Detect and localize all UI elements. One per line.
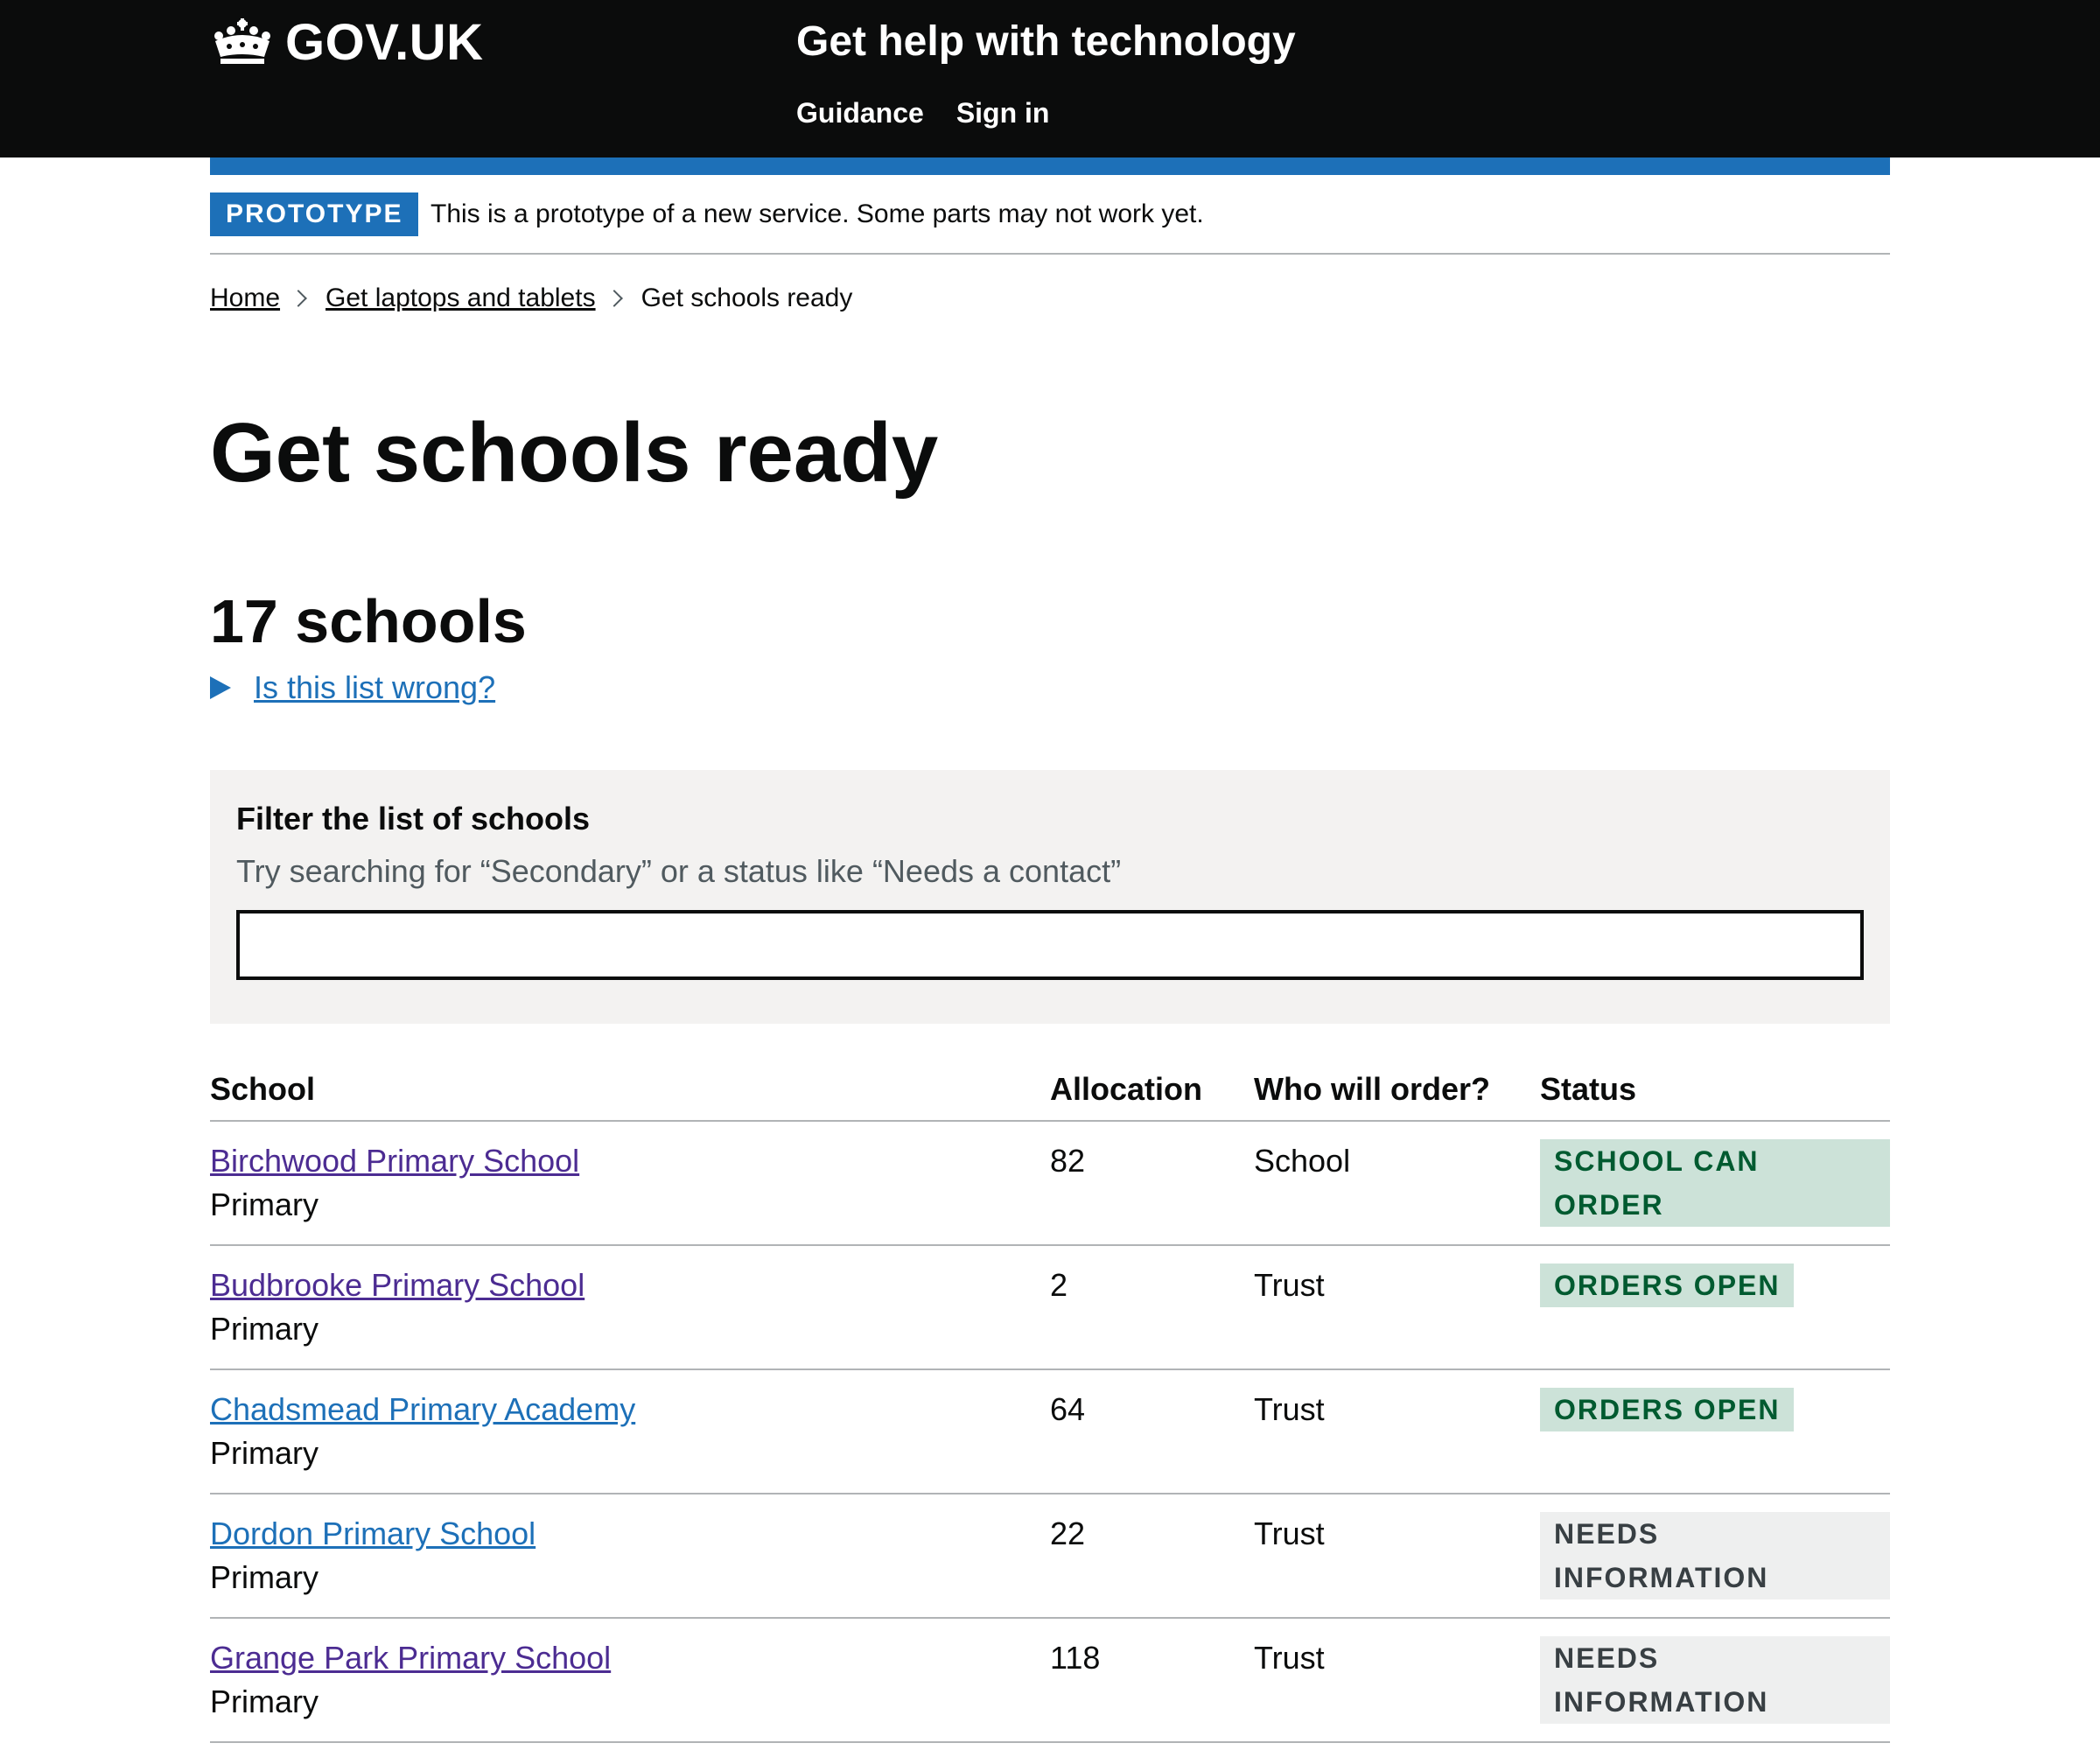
header-school: School — [210, 1041, 1050, 1122]
filter-label: Filter the list of schools — [236, 801, 591, 836]
table-body: Birchwood Primary School Primary 82 Scho… — [210, 1121, 1890, 1743]
who-will-order-value: Trust — [1254, 1640, 1325, 1676]
table-row: Grange Park Primary School Primary 118 T… — [210, 1618, 1890, 1743]
who-will-order-value: Trust — [1254, 1516, 1325, 1551]
phase-banner: PROTOTYPE This is a prototype of a new s… — [210, 192, 1890, 255]
table-head: School Allocation Who will order? Status — [210, 1041, 1890, 1122]
allocation-cell: 82 — [1050, 1121, 1254, 1246]
header-navigation: Guidance Sign in — [796, 94, 1049, 131]
filter-panel: Filter the list of schools Try searching… — [210, 770, 1890, 1024]
table-row: Budbrooke Primary School Primary 2 Trust… — [210, 1245, 1890, 1370]
table-row: Chadsmead Primary Academy Primary 64 Tru… — [210, 1369, 1890, 1494]
status-cell: ORDERS OPEN — [1540, 1245, 1890, 1370]
breadcrumb-home-link[interactable]: Home — [210, 280, 280, 317]
who-will-order-value: Trust — [1254, 1391, 1325, 1427]
school-link[interactable]: Chadsmead Primary Academy — [210, 1388, 1050, 1432]
who-will-order-cell: Trust — [1254, 1618, 1540, 1743]
list-wrong-summary[interactable]: Is this list wrong? — [254, 667, 495, 709]
school-type: Primary — [210, 1435, 318, 1471]
breadcrumb-current: Get schools ready — [640, 284, 853, 312]
table-row: Birchwood Primary School Primary 82 Scho… — [210, 1121, 1890, 1246]
allocation-value: 2 — [1050, 1267, 1068, 1303]
allocation-cell: 2 — [1050, 1245, 1254, 1370]
status-cell: NEEDS INFORMATION — [1540, 1618, 1890, 1743]
nav-guidance-link[interactable]: Guidance — [796, 94, 924, 131]
allocation-value: 118 — [1050, 1640, 1101, 1676]
school-cell: Birchwood Primary School Primary — [210, 1121, 1050, 1246]
school-link[interactable]: Grange Park Primary School — [210, 1636, 1050, 1680]
who-will-order-value: Trust — [1254, 1267, 1325, 1303]
school-type: Primary — [210, 1311, 318, 1347]
phase-tag: PROTOTYPE — [210, 192, 419, 236]
govuk-logo-link[interactable]: GOV.UK — [210, 14, 483, 71]
chevron-right-icon — [605, 290, 623, 307]
list-wrong-details[interactable]: Is this list wrong? — [210, 667, 495, 709]
school-type: Primary — [210, 1684, 318, 1719]
allocation-cell: 64 — [1050, 1369, 1254, 1494]
status-badge: NEEDS INFORMATION — [1540, 1512, 1890, 1600]
who-will-order-cell: Trust — [1254, 1369, 1540, 1494]
allocation-cell: 22 — [1050, 1494, 1254, 1619]
schools-count-heading: 17 schools — [210, 587, 527, 655]
allocation-cell: 118 — [1050, 1618, 1254, 1743]
who-will-order-cell: Trust — [1254, 1245, 1540, 1370]
filter-hint: Try searching for “Secondary” or a statu… — [236, 853, 1122, 889]
table-row: Dordon Primary School Primary 22 Trust N… — [210, 1494, 1890, 1619]
school-cell: Chadsmead Primary Academy Primary — [210, 1369, 1050, 1494]
school-type: Primary — [210, 1559, 318, 1595]
school-cell: Grange Park Primary School Primary — [210, 1618, 1050, 1743]
allocation-value: 22 — [1050, 1516, 1086, 1551]
status-cell: NEEDS INFORMATION — [1540, 1494, 1890, 1619]
header-allocation: Allocation — [1050, 1041, 1254, 1122]
status-badge: ORDERS OPEN — [1540, 1264, 1795, 1307]
header-blue-border — [210, 158, 1890, 175]
breadcrumb-laptops-link[interactable]: Get laptops and tablets — [326, 280, 596, 317]
phase-banner-text: This is a prototype of a new service. So… — [430, 200, 1204, 228]
schools-table: School Allocation Who will order? Status… — [210, 1041, 1890, 1743]
school-cell: Budbrooke Primary School Primary — [210, 1245, 1050, 1370]
who-will-order-cell: Trust — [1254, 1494, 1540, 1619]
govuk-logo-text: GOV.UK — [285, 13, 484, 71]
status-badge: NEEDS INFORMATION — [1540, 1636, 1890, 1724]
school-link[interactable]: Birchwood Primary School — [210, 1139, 1050, 1183]
crown-icon — [214, 18, 270, 64]
breadcrumb: Home Get laptops and tablets Get schools… — [210, 280, 852, 317]
school-link[interactable]: Budbrooke Primary School — [210, 1264, 1050, 1307]
header-status: Status — [1540, 1041, 1890, 1122]
who-will-order-value: School — [1254, 1143, 1351, 1179]
status-cell: SCHOOL CAN ORDER — [1540, 1121, 1890, 1246]
who-will-order-cell: School — [1254, 1121, 1540, 1246]
page-title: Get schools ready — [210, 406, 939, 500]
school-type: Primary — [210, 1186, 318, 1222]
status-badge: SCHOOL CAN ORDER — [1540, 1139, 1890, 1227]
site-header: GOV.UK Get help with technology Guidance… — [0, 0, 2100, 158]
allocation-value: 64 — [1050, 1391, 1086, 1427]
status-badge: ORDERS OPEN — [1540, 1388, 1795, 1432]
table-header-row: School Allocation Who will order? Status — [210, 1041, 1890, 1122]
filter-search-input[interactable] — [236, 910, 1864, 980]
header-who-will-order: Who will order? — [1254, 1041, 1540, 1122]
school-link[interactable]: Dordon Primary School — [210, 1512, 1050, 1556]
allocation-value: 82 — [1050, 1143, 1086, 1179]
chevron-right-icon — [290, 290, 307, 307]
triangle-right-icon — [210, 676, 231, 699]
status-cell: ORDERS OPEN — [1540, 1369, 1890, 1494]
nav-sign-in-link[interactable]: Sign in — [956, 94, 1050, 131]
service-name-link[interactable]: Get help with technology — [796, 16, 1296, 68]
school-cell: Dordon Primary School Primary — [210, 1494, 1050, 1619]
